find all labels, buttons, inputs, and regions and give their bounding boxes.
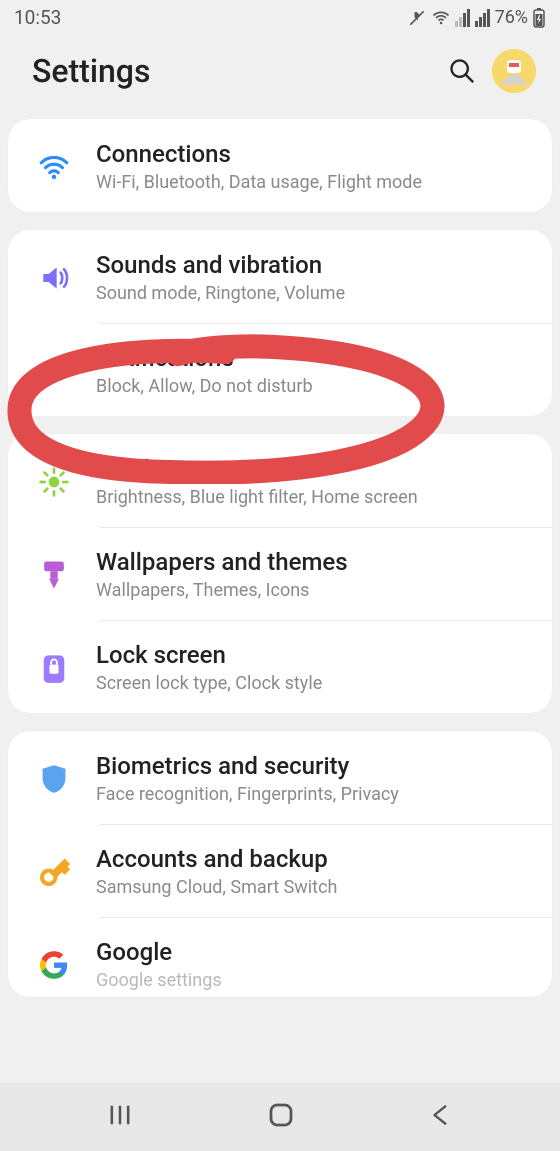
lock-icon — [26, 652, 82, 684]
row-subtitle: Wallpapers, Themes, Icons — [96, 580, 534, 601]
row-title: Sounds and vibration — [96, 251, 534, 279]
notifications-icon — [26, 358, 82, 384]
row-subtitle: Samsung Cloud, Smart Switch — [96, 877, 534, 898]
settings-group: Biometrics and security Face recognition… — [8, 731, 552, 997]
nav-bar — [0, 1083, 560, 1151]
row-accounts[interactable]: Accounts and backup Samsung Cloud, Smart… — [8, 824, 552, 917]
nav-home[interactable] — [266, 1100, 296, 1134]
settings-group: Display Brightness, Blue light filter, H… — [8, 434, 552, 713]
row-title: Accounts and backup — [96, 845, 534, 873]
row-title: Connections — [96, 140, 534, 168]
row-subtitle: Face recognition, Fingerprints, Privacy — [96, 784, 534, 805]
wallpaper-icon — [26, 559, 82, 591]
battery-icon — [532, 8, 546, 28]
profile-avatar[interactable] — [492, 49, 536, 93]
row-display[interactable]: Display Brightness, Blue light filter, H… — [8, 434, 552, 527]
shield-icon — [26, 763, 82, 795]
battery-text: 76% — [495, 7, 528, 28]
signal-icon — [455, 9, 471, 27]
mute-icon — [407, 8, 427, 28]
wifi-icon — [26, 150, 82, 184]
page-title: Settings — [32, 52, 440, 90]
row-title: Google — [96, 938, 534, 966]
back-icon — [428, 1102, 454, 1128]
row-subtitle: Google settings — [96, 970, 534, 991]
row-title: Biometrics and security — [96, 752, 534, 780]
google-icon — [26, 950, 82, 980]
recents-icon — [106, 1101, 134, 1129]
key-icon — [26, 856, 82, 888]
settings-group: Connections Wi-Fi, Bluetooth, Data usage… — [8, 119, 552, 212]
row-connections[interactable]: Connections Wi-Fi, Bluetooth, Data usage… — [8, 119, 552, 212]
row-google[interactable]: Google Google settings — [8, 917, 552, 997]
row-subtitle: Sound mode, Ringtone, Volume — [96, 283, 534, 304]
row-notifications[interactable]: Notifications Block, Allow, Do not distu… — [8, 323, 552, 416]
signal-icon-2 — [475, 9, 491, 27]
home-icon — [266, 1100, 296, 1130]
search-icon — [448, 57, 476, 85]
nav-recents[interactable] — [106, 1101, 134, 1133]
search-button[interactable] — [440, 49, 484, 93]
display-icon — [26, 466, 82, 498]
row-wallpapers[interactable]: Wallpapers and themes Wallpapers, Themes… — [8, 527, 552, 620]
nav-back[interactable] — [428, 1102, 454, 1132]
row-subtitle: Screen lock type, Clock style — [96, 673, 534, 694]
status-time: 10:53 — [14, 6, 61, 29]
wifi-icon — [431, 8, 451, 28]
row-subtitle: Brightness, Blue light filter, Home scre… — [96, 487, 534, 508]
row-subtitle: Wi-Fi, Bluetooth, Data usage, Flight mod… — [96, 172, 534, 193]
status-bar: 10:53 76% — [0, 0, 560, 31]
row-lockscreen[interactable]: Lock screen Screen lock type, Clock styl… — [8, 620, 552, 713]
row-title: Display — [96, 455, 534, 483]
row-sounds[interactable]: Sounds and vibration Sound mode, Rington… — [8, 230, 552, 323]
row-title: Notifications — [96, 344, 534, 372]
status-right: 76% — [407, 7, 546, 28]
settings-group: Sounds and vibration Sound mode, Rington… — [8, 230, 552, 416]
row-biometrics[interactable]: Biometrics and security Face recognition… — [8, 731, 552, 824]
row-title: Wallpapers and themes — [96, 548, 534, 576]
header: Settings — [0, 31, 560, 119]
row-subtitle: Block, Allow, Do not disturb — [96, 376, 534, 397]
avatar-icon — [492, 49, 536, 93]
sound-icon — [26, 262, 82, 294]
row-title: Lock screen — [96, 641, 534, 669]
